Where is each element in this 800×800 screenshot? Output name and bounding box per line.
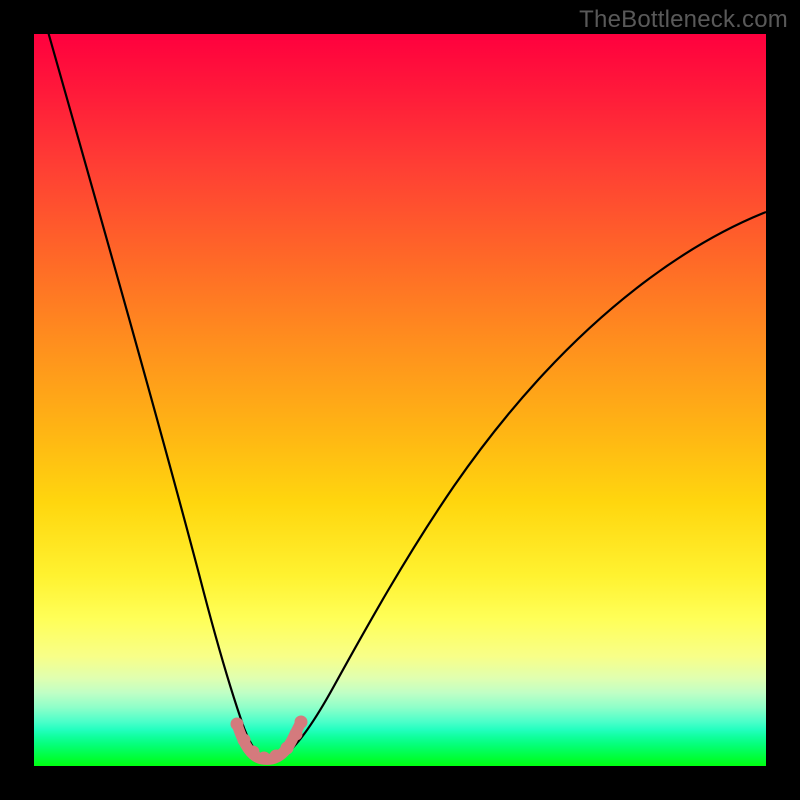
- chart-frame: TheBottleneck.com: [0, 0, 800, 800]
- curve-left-branch: [47, 28, 259, 754]
- chart-svg: [34, 34, 766, 766]
- trough-markers: [231, 716, 308, 765]
- attribution-text: TheBottleneck.com: [579, 6, 788, 34]
- curve-right-branch: [286, 212, 766, 754]
